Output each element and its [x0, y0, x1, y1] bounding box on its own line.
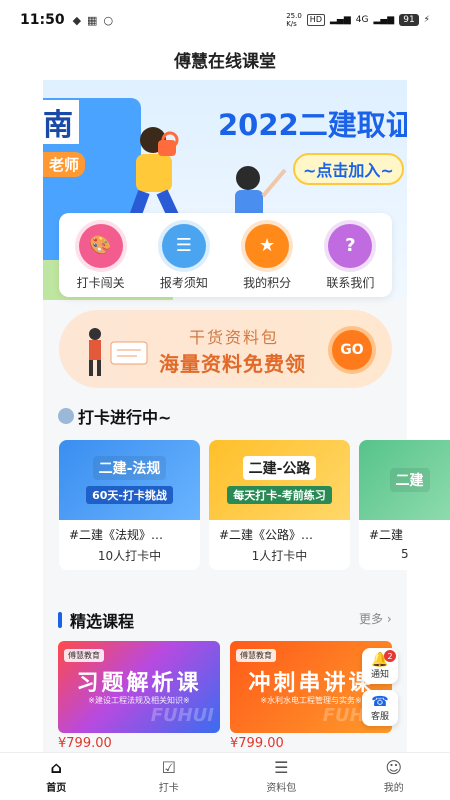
tab-label: 打卡: [158, 783, 179, 794]
course-card[interactable]: 傅慧教育 习题解析课 ※建设工程法规及相关知识※ FUHUI: [58, 641, 220, 733]
course-badge: 傅慧教育: [64, 649, 104, 662]
checkin-card-image: 二建-法规 60天-打卡挑战: [59, 440, 200, 520]
checkin-card-count: 10人打卡中: [97, 549, 162, 563]
checkin-card-image: 二建-公路 每天打卡-考前练习: [209, 440, 350, 520]
notice-label: 通知: [370, 669, 389, 680]
snapchat-icon: ◆: [72, 13, 82, 27]
quick-nav: 🎨 打卡闯关 ☰ 报考须知 ★ 我的积分 ? 联系我们: [59, 213, 392, 297]
sync-icon: ○: [103, 13, 114, 27]
tab-label: 资料包: [266, 783, 297, 794]
promo-line1: 干货资料包: [189, 328, 280, 347]
network-text: 4G: [355, 15, 369, 25]
course-watermark: FUHUI: [150, 705, 214, 726]
service-float-button[interactable]: ☎ 客服: [362, 690, 398, 726]
palette-icon: 🎨: [78, 223, 123, 268]
user-icon: ☺: [385, 758, 403, 777]
checkin-card[interactable]: 二建-法规 60天-打卡挑战 #二建《法规》… 10人打卡中: [59, 440, 200, 570]
section-dot-icon: [58, 408, 74, 424]
banner-left-text: 南: [43, 100, 79, 144]
checkin-card-count: 1人打卡中: [251, 549, 308, 563]
tab-mine[interactable]: ☺ 我的: [338, 753, 450, 800]
courses-more-link[interactable]: 更多 ›: [359, 610, 392, 627]
home-icon: ⌂: [50, 758, 62, 777]
courses-section-header: 精选课程: [58, 608, 134, 632]
checkin-card-title: #二建《法规》…: [69, 528, 164, 542]
more-label: 更多: [359, 612, 384, 626]
service-label: 客服: [370, 711, 389, 722]
nav-item-contact-us[interactable]: ? 联系我们: [310, 223, 390, 291]
chevron-right-icon: ›: [386, 612, 392, 626]
course-price: ¥799.00: [230, 736, 284, 751]
signal-icon: ▂▄▆: [329, 15, 351, 25]
checkin-card-title: #二建《公路》…: [219, 528, 314, 542]
page-title: 傅慧在线课堂: [174, 51, 276, 72]
checkin-card-title: #二建: [369, 528, 404, 542]
nav-label: 我的积分: [243, 275, 292, 290]
checkin-card-count: 5: [401, 547, 409, 561]
checkin-section-title: 打卡进行中~: [78, 408, 172, 427]
card-image-subtitle: 每天打卡-考前练习: [227, 486, 332, 504]
badge-icon: ★: [245, 223, 290, 268]
notice-float-button[interactable]: 🔔 通知 2: [362, 648, 398, 684]
course-badge: 傅慧教育: [236, 649, 276, 662]
banner-headline: 2022二建取证: [218, 108, 407, 142]
checkin-card-list: 二建-法规 60天-打卡挑战 #二建《法规》… 10人打卡中 二建-公路 每天打…: [59, 440, 450, 570]
materials-promo-banner[interactable]: 干货资料包 海量资料免费领 GO: [59, 310, 392, 388]
question-icon: ?: [328, 223, 373, 268]
checkin-section-header: 打卡进行中~: [58, 404, 171, 428]
card-image-subtitle: 60天-打卡挑战: [86, 486, 173, 504]
banner-join-button[interactable]: ~点击加入~: [293, 153, 404, 185]
list-icon: ☰: [274, 758, 289, 777]
tab-checkin[interactable]: ☑ 打卡: [113, 753, 226, 800]
promo-go-button[interactable]: GO: [332, 330, 372, 370]
nav-item-exam-notice[interactable]: ☰ 报考须知: [144, 223, 224, 291]
signal-icon-2: ▂▄▆: [373, 15, 395, 25]
hd-icon: HD: [306, 14, 325, 26]
tab-label: 我的: [383, 783, 404, 794]
promo-line2: 海量资料免费领: [159, 352, 306, 376]
phone-icon: ☎: [371, 693, 389, 710]
tab-label: 首页: [46, 783, 67, 794]
charging-icon: ⚡: [423, 15, 430, 25]
notice-badge: 2: [384, 650, 396, 662]
notification-icons: ◆ ▦ ○: [73, 14, 113, 27]
nav-label: 联系我们: [326, 275, 375, 290]
status-bar: 11:50 ◆ ▦ ○ 25.0 K/s HD ▂▄▆ 4G ▂▄▆ 91 ⚡: [0, 0, 450, 40]
status-right: 25.0 K/s HD ▂▄▆ 4G ▂▄▆ 91 ⚡: [286, 12, 430, 28]
promo-person-illustration: [89, 328, 148, 376]
banner-teacher-tag: 老师: [43, 152, 86, 177]
nav-item-my-points[interactable]: ★ 我的积分: [227, 223, 307, 291]
document-icon: ☰: [161, 223, 206, 268]
bottom-tab-bar: ⌂ 首页 ☑ 打卡 ☰ 资料包 ☺ 我的: [0, 752, 450, 800]
tab-home[interactable]: ⌂ 首页: [0, 753, 113, 800]
card-image-title: 二建: [389, 468, 430, 492]
app-icon: ▦: [87, 13, 98, 27]
nav-label: 报考须知: [159, 275, 208, 290]
tab-materials[interactable]: ☰ 资料包: [225, 753, 338, 800]
speed-text: 25.0 K/s: [286, 12, 302, 28]
card-image-title: 二建-公路: [242, 456, 317, 480]
checkin-card[interactable]: 二建 #二建 5: [359, 440, 450, 570]
course-name: 习题解析课: [76, 671, 202, 696]
nav-item-checkin-levels[interactable]: 🎨 打卡闯关: [61, 223, 141, 291]
nav-label: 打卡闯关: [76, 275, 125, 290]
battery-icon: 91: [399, 14, 419, 26]
card-image-title: 二建-法规: [92, 456, 167, 480]
course-price: ¥799.00: [58, 736, 112, 751]
checkin-card[interactable]: 二建-公路 每天打卡-考前练习 #二建《公路》… 1人打卡中: [209, 440, 350, 570]
checkin-icon: ☑: [161, 758, 176, 777]
section-bar-icon: [58, 612, 62, 628]
status-time: 11:50: [20, 12, 65, 28]
courses-section-title: 精选课程: [70, 612, 135, 631]
checkin-card-image: 二建: [359, 440, 450, 520]
app-root: 11:50 ◆ ▦ ○ 25.0 K/s HD ▂▄▆ 4G ▂▄▆ 91 ⚡ …: [0, 0, 450, 800]
